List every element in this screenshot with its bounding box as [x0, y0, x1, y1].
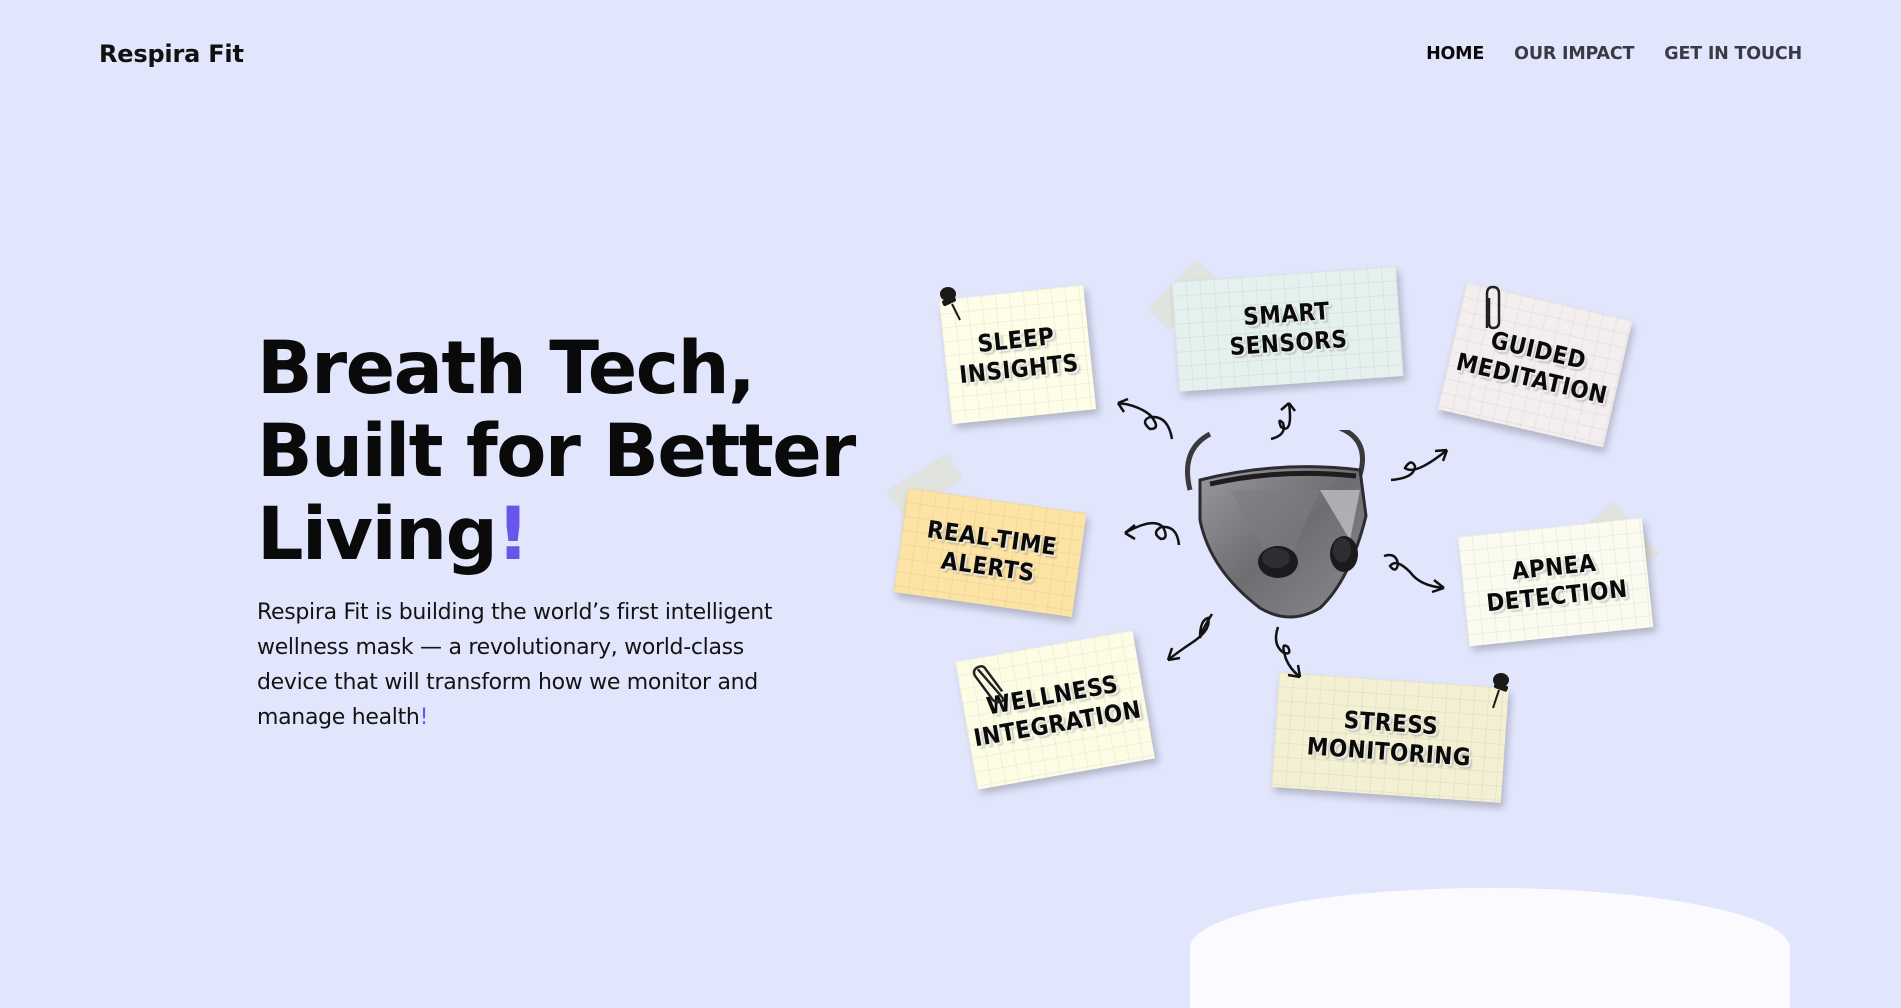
feature-mindmap: SLEEP INSIGHTS SMART SENSORS GUIDED MEDITAT…: [880, 250, 1680, 830]
paperclip-icon: [1485, 285, 1501, 330]
nav-contact-link[interactable]: GET IN TOUCH: [1664, 44, 1802, 64]
hero-title-line2: Built for Better: [257, 409, 856, 494]
brand-logo[interactable]: Respira Fit: [99, 40, 244, 68]
note-line: INSIGHTS: [957, 348, 1080, 389]
curly-arrow-icon: [1383, 553, 1445, 594]
wellness-mask-image: [1170, 425, 1390, 630]
hero-description: Respira Fit is building the world’s firs…: [257, 595, 817, 735]
hero-title-line1: Breath Tech,: [257, 326, 756, 411]
feature-note-guided-meditation: GUIDED MEDITATION: [1437, 282, 1633, 448]
feature-note-apnea-detection: APNEA DETECTION: [1457, 517, 1654, 647]
paperclip-icon: [972, 665, 1005, 704]
hero-title: Breath Tech, Built for Better Living!: [257, 326, 856, 577]
push-pin-icon: [1492, 673, 1509, 709]
footer-curve-decoration: [1190, 888, 1790, 1008]
feature-note-smart-sensors: SMART SENSORS: [1171, 266, 1404, 392]
note-line: DETECTION: [1485, 574, 1629, 618]
curly-arrow-icon: [1274, 626, 1302, 679]
push-pin-icon: [940, 287, 961, 321]
nav-home-link[interactable]: HOME: [1426, 44, 1484, 64]
hero-title-line3: Living: [257, 492, 498, 577]
curly-arrow-icon: [1390, 448, 1449, 482]
hero-description-accent: !: [419, 705, 429, 730]
hero-description-text: Respira Fit is building the world’s firs…: [257, 600, 773, 730]
nav-impact-link[interactable]: OUR IMPACT: [1514, 44, 1634, 64]
feature-note-stress-monitoring: STRESS MONITORING: [1271, 672, 1509, 803]
hero-title-accent: !: [496, 492, 529, 577]
main-nav: HOME OUR IMPACT GET IN TOUCH: [1426, 44, 1802, 64]
note-line: MONITORING: [1306, 731, 1473, 772]
feature-note-real-time-alerts: REAL-TIME ALERTS: [893, 487, 1087, 618]
